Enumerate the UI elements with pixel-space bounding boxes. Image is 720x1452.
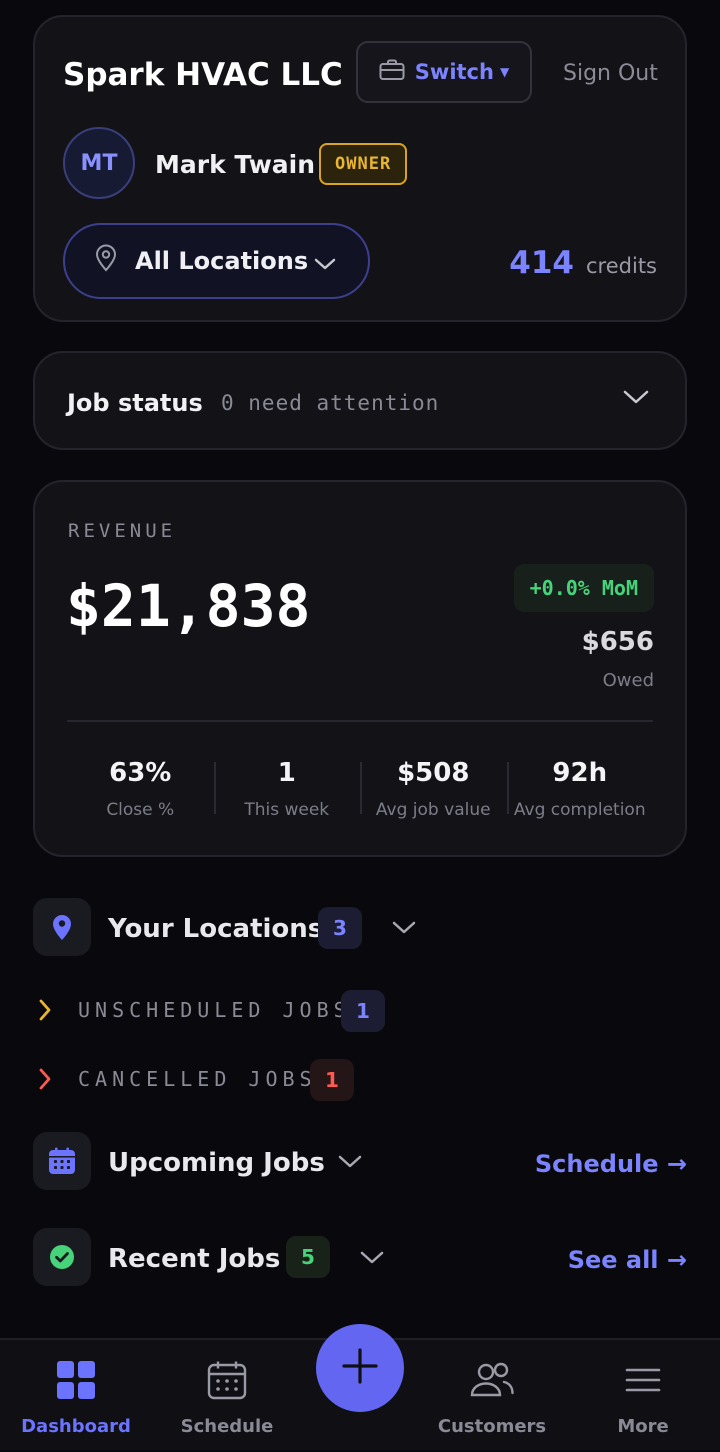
schedule-link[interactable]: Schedule → [535,1150,687,1178]
stat-value: 1 [277,758,296,788]
map-pin-icon [33,898,91,956]
revenue-card: REVENUE $21,838 +0.0% MoM $656 Owed 63% … [33,480,687,857]
chevron-down-icon [623,389,649,409]
chevron-right-icon [38,1067,52,1095]
chevron-down-icon [314,249,336,277]
nav-customers[interactable]: Customers [417,1340,567,1452]
user-name: Mark Twain [155,150,316,179]
unscheduled-jobs-label: UNSCHEDULED JOBS [78,998,351,1022]
add-button[interactable] [316,1324,404,1412]
nav-more-label: More [617,1416,669,1437]
stat-close-rate: 63% Close % [67,744,214,834]
revenue-amount: $21,838 [66,572,311,640]
map-pin-icon [95,244,117,278]
cancelled-jobs-count: 1 [310,1059,354,1101]
cancelled-jobs-label: CANCELLED JOBS [78,1067,317,1091]
stat-value: 92h [552,758,608,788]
chevron-right-icon [38,998,52,1026]
stat-avg-job-value: $508 Avg job value [360,744,507,834]
avatar: MT [63,127,135,199]
nav-schedule[interactable]: Schedule [152,1340,302,1452]
switch-business-button[interactable]: Switch ▼ [356,41,532,103]
switch-label: Switch [414,60,494,84]
nav-customers-label: Customers [437,1416,547,1437]
users-icon [470,1360,514,1404]
stat-label: Avg completion [513,800,646,820]
calendar-icon [33,1132,91,1190]
account-card: Spark HVAC LLC Switch ▼ Sign Out MT Mark… [33,15,687,322]
menu-icon [624,1360,662,1404]
plus-icon [341,1347,379,1389]
stat-label: Avg job value [375,800,491,820]
revenue-stats: 63% Close % 1 This week $508 Avg job val… [67,744,653,834]
stat-label: This week [244,800,330,820]
see-all-link[interactable]: See all → [568,1246,687,1274]
job-status-toggle[interactable]: Job status 0 need attention [33,351,687,450]
credits-display: 414 credits [509,245,657,281]
nav-schedule-label: Schedule [180,1416,274,1437]
unscheduled-jobs-count: 1 [341,990,385,1032]
nav-dashboard[interactable]: Dashboard [1,1340,151,1452]
calendar-icon [207,1360,247,1404]
stat-avg-completion: 92h Avg completion [506,744,654,834]
stat-value: 63% [109,758,172,788]
nav-dashboard-label: Dashboard [21,1416,131,1437]
job-status-subtitle: 0 need attention [221,391,440,415]
location-select-value: All Locations [135,247,309,275]
credits-label: credits [586,254,657,278]
upcoming-jobs-title: Upcoming Jobs [108,1148,325,1178]
owed-label: Owed [602,670,654,691]
stat-label: Close % [106,800,175,820]
location-select[interactable]: All Locations [63,223,370,299]
divider [67,720,653,722]
mom-change-badge: +0.0% MoM [513,564,654,612]
owed-amount: $656 [581,627,654,657]
sign-out-link[interactable]: Sign Out [563,61,658,86]
locations-title: Your Locations [108,914,324,944]
recent-jobs-title: Recent Jobs [108,1244,281,1274]
chevron-down-icon [338,1154,362,1174]
job-status-title: Job status [67,389,203,417]
dashboard-grid-icon [56,1360,96,1404]
stat-this-week: 1 This week [213,744,361,834]
stat-value: $508 [397,758,470,788]
chevron-down-icon [360,1250,384,1270]
role-badge: OWNER [319,143,408,185]
check-circle-icon [33,1228,91,1286]
revenue-label: REVENUE [68,520,177,542]
locations-count-badge: 3 [318,907,362,949]
credits-value: 414 [509,245,575,281]
recent-jobs-count-badge: 5 [286,1236,330,1278]
nav-more[interactable]: More [568,1340,718,1452]
briefcase-icon [379,59,405,86]
business-name: Spark HVAC LLC [63,57,343,93]
chevron-down-icon [392,920,416,940]
caret-down-icon: ▼ [499,65,510,79]
